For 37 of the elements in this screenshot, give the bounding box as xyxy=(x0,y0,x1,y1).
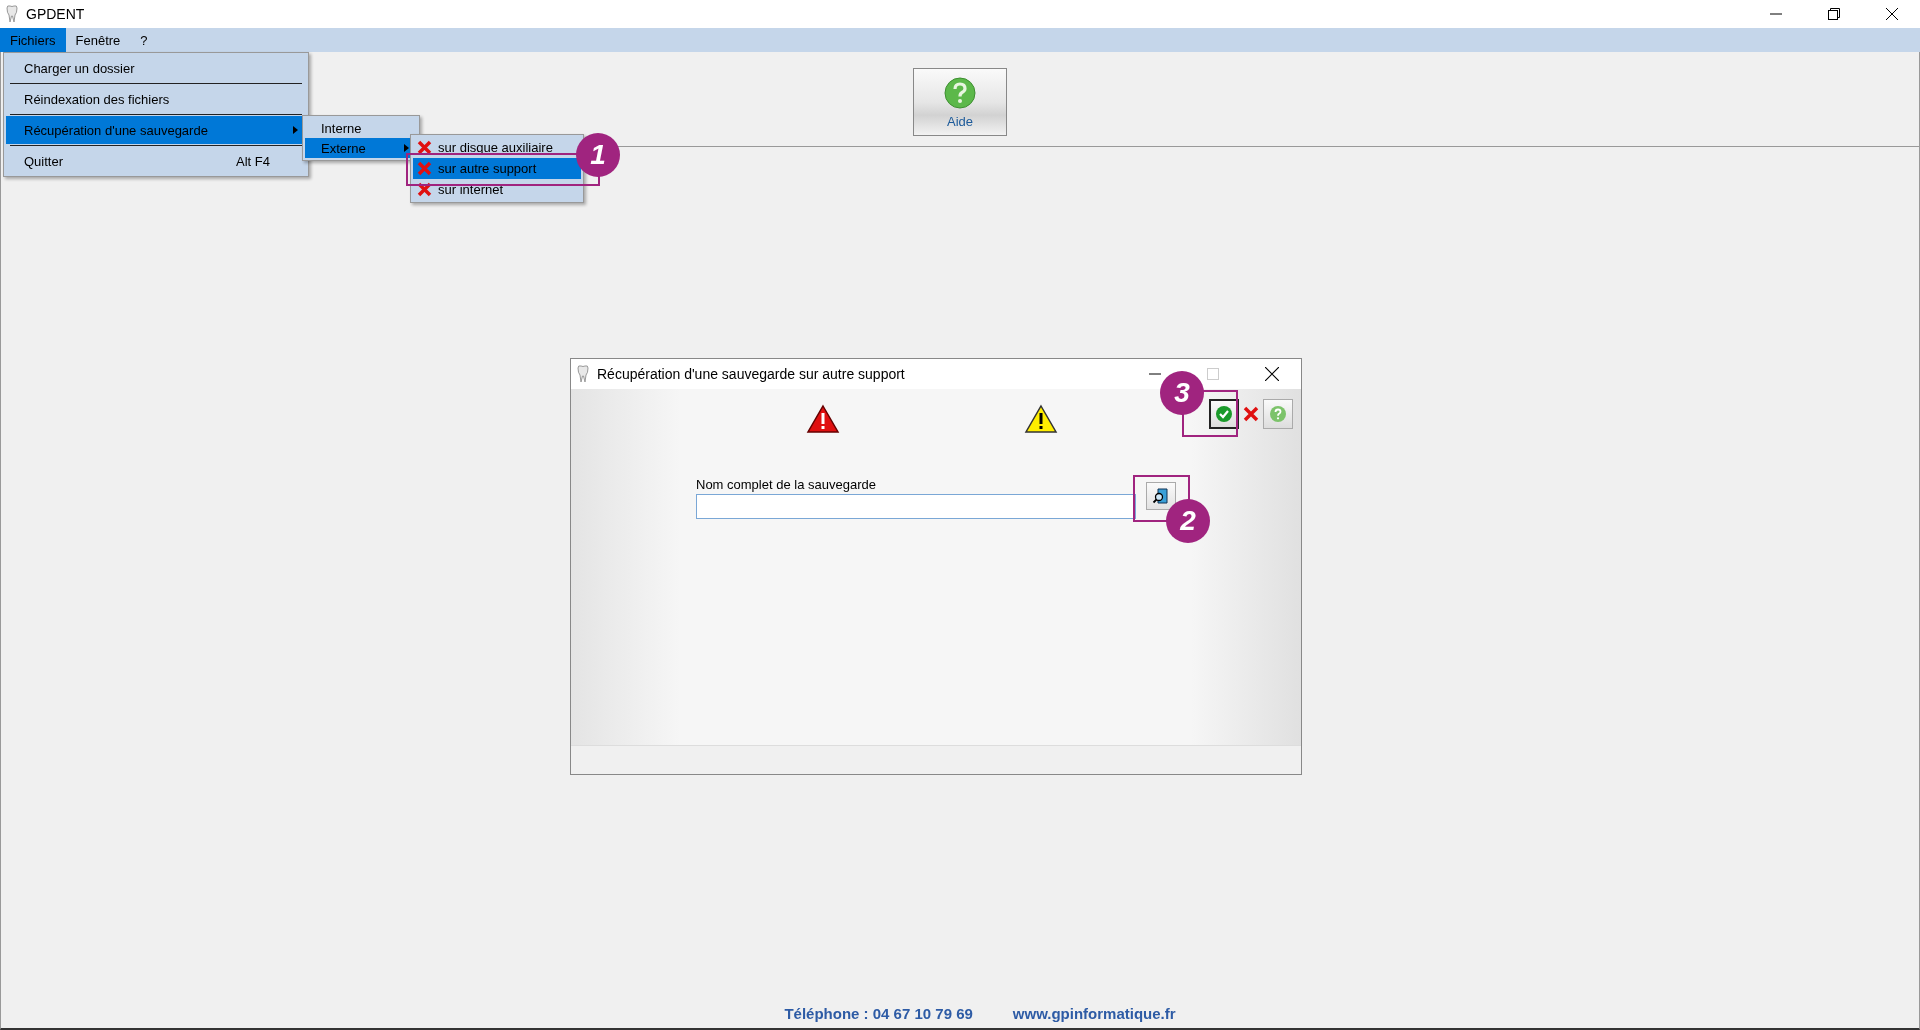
help-icon xyxy=(943,75,977,110)
confirm-button[interactable] xyxy=(1209,399,1239,429)
menu-item[interactable]: sur internet xyxy=(413,179,581,200)
tooth-icon xyxy=(6,5,18,23)
dialog-title: Récupération d'une sauvegarde sur autre support xyxy=(597,366,905,382)
warning-icon xyxy=(1024,404,1058,434)
website-link[interactable]: www.gpinformatique.fr xyxy=(1012,1005,1176,1022)
tooth-icon xyxy=(577,365,589,383)
help-icon xyxy=(1269,405,1287,423)
help-button[interactable]: Aide xyxy=(913,68,1007,136)
maximize-icon xyxy=(1207,368,1219,380)
window-title: GPDENT xyxy=(26,6,85,22)
error-icon xyxy=(806,404,840,434)
field-label: Nom complet de la sauvegarde xyxy=(696,477,877,492)
menu-item[interactable]: Fichiers xyxy=(0,28,66,52)
browse-button[interactable] xyxy=(1146,482,1176,510)
restore-icon[interactable] xyxy=(1828,8,1840,20)
step-number: 1 xyxy=(576,133,620,177)
menu-item[interactable]: sur autre support xyxy=(413,158,581,179)
submenu-arrow-icon xyxy=(404,144,409,152)
close-icon xyxy=(1242,405,1260,423)
check-icon xyxy=(1215,405,1233,423)
submenu-arrow-icon xyxy=(293,126,298,134)
magnifier-document-icon xyxy=(1152,487,1170,505)
menu-item[interactable]: Fenêtre xyxy=(65,28,131,52)
cross-icon xyxy=(417,161,432,176)
phone-number: Téléphone : 04 67 10 79 69 xyxy=(784,1005,973,1022)
cross-icon xyxy=(417,182,432,197)
input-field[interactable] xyxy=(696,494,1136,519)
menu-item[interactable]: Réindexation des fichiers xyxy=(6,85,306,113)
menu-item[interactable]: Interne xyxy=(305,118,417,138)
menu-item[interactable]: Quitter Alt F4 xyxy=(6,147,306,175)
menu-item[interactable]: Charger un dossier xyxy=(6,54,306,82)
close-icon[interactable] xyxy=(1265,367,1279,381)
cross-icon xyxy=(417,140,432,155)
close-icon[interactable] xyxy=(1886,8,1898,20)
menu-item[interactable]: ? xyxy=(130,28,158,52)
